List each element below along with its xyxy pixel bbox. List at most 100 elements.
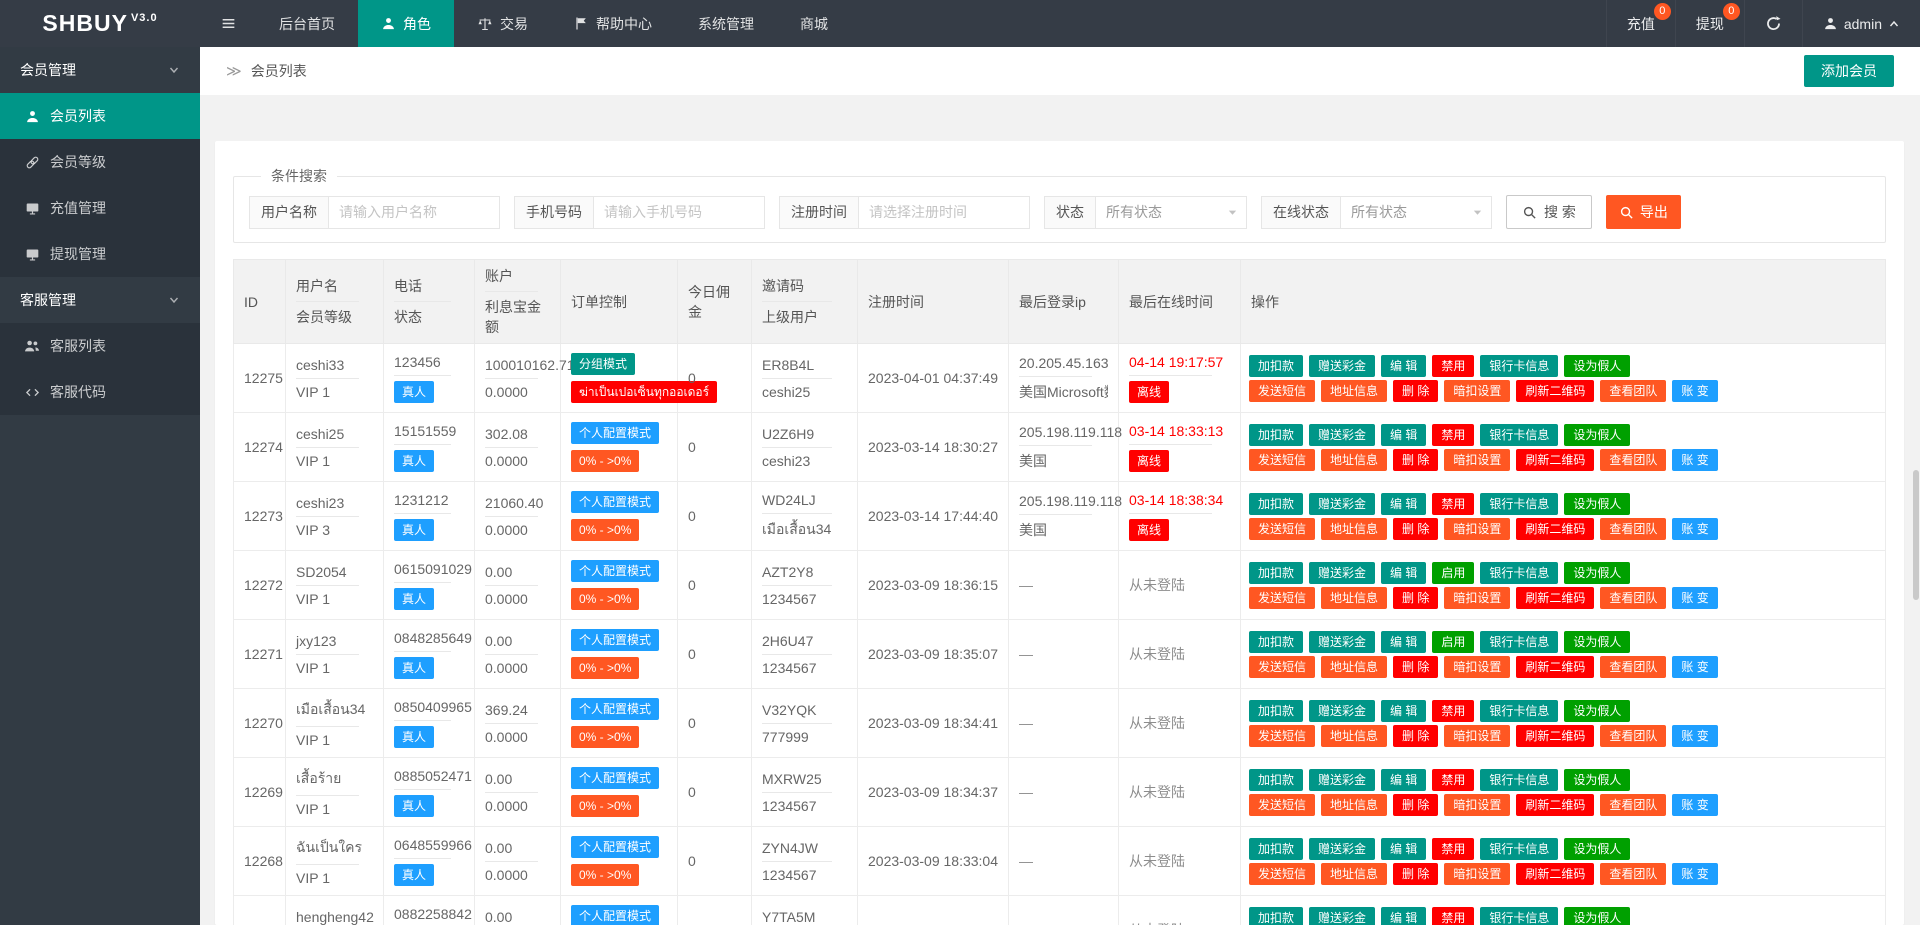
add-deduct-button[interactable]: 加扣款 bbox=[1249, 907, 1303, 925]
account-change-button[interactable]: 账 变 bbox=[1672, 794, 1717, 816]
send-sms-button[interactable]: 发送短信 bbox=[1249, 587, 1315, 609]
set-fake-user-button[interactable]: 设为假人 bbox=[1564, 838, 1630, 860]
order-mode-detail-badge[interactable]: 0% - >0% bbox=[571, 657, 639, 679]
order-mode-detail-badge[interactable]: 0% - >0% bbox=[571, 450, 639, 472]
hidden-deduction-button[interactable]: 暗扣设置 bbox=[1444, 587, 1510, 609]
hamburger-menu-button[interactable] bbox=[200, 0, 256, 47]
delete-button[interactable]: 删 除 bbox=[1393, 725, 1438, 747]
send-sms-button[interactable]: 发送短信 bbox=[1249, 794, 1315, 816]
real-user-badge[interactable]: 真人 bbox=[394, 519, 434, 541]
edit-button[interactable]: 编 辑 bbox=[1381, 631, 1426, 653]
refresh-qrcode-button[interactable]: 刷新二维码 bbox=[1516, 725, 1594, 747]
view-team-button[interactable]: 查看团队 bbox=[1600, 518, 1666, 540]
gift-bonus-button[interactable]: 赠送彩金 bbox=[1309, 493, 1375, 515]
order-mode-badge[interactable]: 个人配置模式 bbox=[571, 905, 659, 925]
bank-card-info-button[interactable]: 银行卡信息 bbox=[1480, 493, 1558, 515]
refresh-qrcode-button[interactable]: 刷新二维码 bbox=[1516, 656, 1594, 678]
address-info-button[interactable]: 地址信息 bbox=[1321, 794, 1387, 816]
edit-button[interactable]: 编 辑 bbox=[1381, 355, 1426, 377]
bank-card-info-button[interactable]: 银行卡信息 bbox=[1480, 355, 1558, 377]
order-mode-badge[interactable]: 个人配置模式 bbox=[571, 836, 659, 858]
recharge-menu-item[interactable]: 充值 0 bbox=[1606, 0, 1675, 47]
address-info-button[interactable]: 地址信息 bbox=[1321, 725, 1387, 747]
address-info-button[interactable]: 地址信息 bbox=[1321, 518, 1387, 540]
account-change-button[interactable]: 账 变 bbox=[1672, 863, 1717, 885]
set-fake-user-button[interactable]: 设为假人 bbox=[1564, 700, 1630, 722]
add-deduct-button[interactable]: 加扣款 bbox=[1249, 769, 1303, 791]
disable-button[interactable]: 禁用 bbox=[1432, 700, 1474, 722]
send-sms-button[interactable]: 发送短信 bbox=[1249, 725, 1315, 747]
online-status-filter-select[interactable]: 所有状态 bbox=[1340, 196, 1492, 229]
order-mode-badge[interactable]: 个人配置模式 bbox=[571, 629, 659, 651]
disable-button[interactable]: 禁用 bbox=[1432, 493, 1474, 515]
delete-button[interactable]: 删 除 bbox=[1393, 794, 1438, 816]
refresh-qrcode-button[interactable]: 刷新二维码 bbox=[1516, 794, 1594, 816]
edit-button[interactable]: 编 辑 bbox=[1381, 493, 1426, 515]
status-filter-select[interactable]: 所有状态 bbox=[1095, 196, 1247, 229]
phone-filter-input[interactable] bbox=[593, 196, 765, 229]
scrollbar[interactable] bbox=[1912, 47, 1920, 925]
add-deduct-button[interactable]: 加扣款 bbox=[1249, 562, 1303, 584]
refresh-button[interactable] bbox=[1744, 0, 1802, 47]
hidden-deduction-button[interactable]: 暗扣设置 bbox=[1444, 449, 1510, 471]
hidden-deduction-button[interactable]: 暗扣设置 bbox=[1444, 518, 1510, 540]
gift-bonus-button[interactable]: 赠送彩金 bbox=[1309, 700, 1375, 722]
disable-button[interactable]: 禁用 bbox=[1432, 838, 1474, 860]
gift-bonus-button[interactable]: 赠送彩金 bbox=[1309, 907, 1375, 925]
nav-item-trade[interactable]: 交易 bbox=[454, 0, 551, 47]
account-change-button[interactable]: 账 变 bbox=[1672, 380, 1717, 402]
order-mode-detail-badge[interactable]: 0% - >0% bbox=[571, 519, 639, 541]
view-team-button[interactable]: 查看团队 bbox=[1600, 380, 1666, 402]
bank-card-info-button[interactable]: 银行卡信息 bbox=[1480, 562, 1558, 584]
bank-card-info-button[interactable]: 银行卡信息 bbox=[1480, 631, 1558, 653]
set-fake-user-button[interactable]: 设为假人 bbox=[1564, 424, 1630, 446]
add-member-button[interactable]: 添加会员 bbox=[1804, 55, 1894, 87]
order-mode-badge[interactable]: 个人配置模式 bbox=[571, 767, 659, 789]
bank-card-info-button[interactable]: 银行卡信息 bbox=[1480, 838, 1558, 860]
order-mode-badge[interactable]: 个人配置模式 bbox=[571, 422, 659, 444]
gift-bonus-button[interactable]: 赠送彩金 bbox=[1309, 355, 1375, 377]
admin-user-menu[interactable]: admin bbox=[1802, 0, 1920, 47]
sidebar-item-member-list[interactable]: 会员列表 bbox=[0, 93, 200, 139]
enable-button[interactable]: 启用 bbox=[1432, 562, 1474, 584]
nav-item-help-center[interactable]: 帮助中心 bbox=[551, 0, 675, 47]
order-mode-detail-badge[interactable]: 0% - >0% bbox=[571, 588, 639, 610]
add-deduct-button[interactable]: 加扣款 bbox=[1249, 631, 1303, 653]
real-user-badge[interactable]: 真人 bbox=[394, 450, 434, 472]
gift-bonus-button[interactable]: 赠送彩金 bbox=[1309, 424, 1375, 446]
sidebar-item-service-list[interactable]: 客服列表 bbox=[0, 323, 200, 369]
refresh-qrcode-button[interactable]: 刷新二维码 bbox=[1516, 518, 1594, 540]
nav-item-role[interactable]: 角色 bbox=[358, 0, 454, 47]
sidebar-item-withdraw-management[interactable]: 提现管理 bbox=[0, 231, 200, 277]
real-user-badge[interactable]: 真人 bbox=[394, 726, 434, 748]
disable-button[interactable]: 禁用 bbox=[1432, 355, 1474, 377]
set-fake-user-button[interactable]: 设为假人 bbox=[1564, 493, 1630, 515]
address-info-button[interactable]: 地址信息 bbox=[1321, 380, 1387, 402]
edit-button[interactable]: 编 辑 bbox=[1381, 424, 1426, 446]
sidebar-group-member-management[interactable]: 会员管理 bbox=[0, 47, 200, 93]
real-user-badge[interactable]: 真人 bbox=[394, 864, 434, 886]
add-deduct-button[interactable]: 加扣款 bbox=[1249, 700, 1303, 722]
hidden-deduction-button[interactable]: 暗扣设置 bbox=[1444, 656, 1510, 678]
refresh-qrcode-button[interactable]: 刷新二维码 bbox=[1516, 449, 1594, 471]
withdraw-menu-item[interactable]: 提现 0 bbox=[1675, 0, 1744, 47]
add-deduct-button[interactable]: 加扣款 bbox=[1249, 355, 1303, 377]
order-mode-badge[interactable]: 个人配置模式 bbox=[571, 560, 659, 582]
add-deduct-button[interactable]: 加扣款 bbox=[1249, 838, 1303, 860]
account-change-button[interactable]: 账 变 bbox=[1672, 518, 1717, 540]
disable-button[interactable]: 禁用 bbox=[1432, 769, 1474, 791]
address-info-button[interactable]: 地址信息 bbox=[1321, 587, 1387, 609]
nav-item-mall[interactable]: 商城 bbox=[777, 0, 851, 47]
account-change-button[interactable]: 账 变 bbox=[1672, 656, 1717, 678]
order-mode-badge[interactable]: 个人配置模式 bbox=[571, 698, 659, 720]
account-change-button[interactable]: 账 变 bbox=[1672, 587, 1717, 609]
disable-button[interactable]: 禁用 bbox=[1432, 424, 1474, 446]
gift-bonus-button[interactable]: 赠送彩金 bbox=[1309, 769, 1375, 791]
nav-item-home[interactable]: 后台首页 bbox=[256, 0, 358, 47]
hidden-deduction-button[interactable]: 暗扣设置 bbox=[1444, 863, 1510, 885]
address-info-button[interactable]: 地址信息 bbox=[1321, 656, 1387, 678]
nav-item-system[interactable]: 系统管理 bbox=[675, 0, 777, 47]
hidden-deduction-button[interactable]: 暗扣设置 bbox=[1444, 794, 1510, 816]
view-team-button[interactable]: 查看团队 bbox=[1600, 863, 1666, 885]
view-team-button[interactable]: 查看团队 bbox=[1600, 449, 1666, 471]
